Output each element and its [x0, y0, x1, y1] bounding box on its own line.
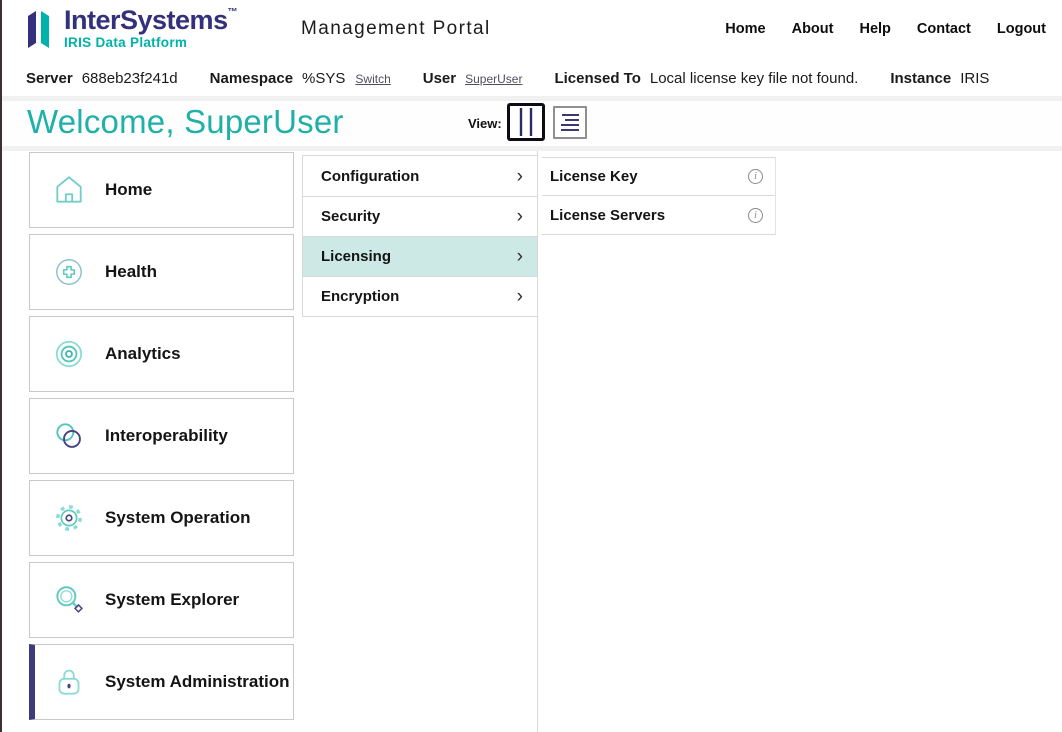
namespace-label: Namespace	[210, 70, 293, 87]
sidebar-item-interoperability[interactable]: Interoperability	[29, 398, 294, 474]
user-profile-link[interactable]: SuperUser	[465, 72, 522, 86]
licensed-to-value: Local license key file not found.	[650, 70, 858, 87]
top-nav: Home About Help Contact Logout	[725, 21, 1046, 37]
brand-trademark: ™	[228, 7, 238, 18]
sidebar-item-system-administration[interactable]: System Administration	[29, 644, 294, 720]
chevron-right-icon: ›	[517, 207, 523, 226]
server-info-bar: Server 688eb23f241d Namespace %SYS Switch U…	[2, 60, 1062, 96]
sidebar-item-label: System Explorer	[105, 590, 239, 610]
sidebar-item-label: Analytics	[105, 344, 181, 364]
brand-name: InterSystems	[64, 5, 228, 35]
menu-item-label: Security	[321, 208, 517, 225]
menu-item-security[interactable]: Security ›	[303, 196, 537, 236]
nav-logout-link[interactable]: Logout	[997, 21, 1046, 37]
menu-item-label: Encryption	[321, 288, 517, 305]
sidebar-item-analytics[interactable]: Analytics	[29, 316, 294, 392]
submenu-item-license-servers[interactable]: License Servers i	[542, 196, 775, 235]
interoperability-icon	[52, 419, 86, 453]
home-icon	[52, 173, 86, 207]
switch-namespace-link[interactable]: Switch	[355, 72, 390, 86]
submenu-item-label: License Key	[550, 168, 748, 185]
header: InterSystems™ IRIS Data Platform Managem…	[2, 0, 1062, 60]
system-administration-icon	[52, 665, 86, 699]
licensed-to-label: Licensed To	[554, 70, 640, 87]
welcome-title: Welcome, SuperUser	[27, 103, 344, 141]
user-label: User	[423, 70, 456, 87]
user-info: User SuperUser	[423, 70, 523, 87]
licensed-to-info: Licensed To Local license key file not fo…	[554, 70, 858, 87]
main-content: Home Health Analytics Interoperability	[2, 151, 1062, 732]
system-explorer-icon	[52, 583, 86, 617]
list-view-button[interactable]	[553, 106, 587, 139]
columns-view-icon	[510, 106, 542, 138]
menu-item-label: Licensing	[321, 248, 517, 265]
system-operation-icon	[52, 501, 86, 535]
analytics-icon	[52, 337, 86, 371]
sidebar-item-label: System Administration	[105, 672, 290, 692]
sidebar-item-label: Health	[105, 262, 157, 282]
menu-item-configuration[interactable]: Configuration ›	[303, 156, 537, 196]
namespace-value: %SYS	[302, 70, 345, 87]
server-label: Server	[26, 70, 73, 87]
intersystems-logo: InterSystems™ IRIS Data Platform	[24, 7, 238, 53]
sidebar-item-label: Interoperability	[105, 426, 228, 446]
sidebar-item-label: Home	[105, 180, 152, 200]
info-icon[interactable]: i	[748, 208, 763, 223]
chevron-right-icon: ›	[517, 247, 523, 266]
namespace-info: Namespace %SYS Switch	[210, 70, 391, 87]
nav-home-link[interactable]: Home	[725, 21, 765, 37]
administration-menu: Configuration › Security › Licensing › E…	[302, 155, 538, 317]
health-icon	[52, 255, 86, 289]
sidebar-item-label: System Operation	[105, 508, 251, 528]
chevron-right-icon: ›	[517, 167, 523, 186]
server-value: 688eb23f241d	[82, 70, 178, 87]
menu-item-label: Configuration	[321, 168, 517, 185]
brand-tagline: IRIS Data Platform	[64, 35, 238, 50]
info-icon[interactable]: i	[748, 169, 763, 184]
sidebar-item-system-explorer[interactable]: System Explorer	[29, 562, 294, 638]
sidebar-item-home[interactable]: Home	[29, 152, 294, 228]
submenu-item-license-key[interactable]: License Key i	[542, 157, 775, 196]
intersystems-logo-icon	[24, 7, 56, 53]
nav-help-link[interactable]: Help	[859, 21, 890, 37]
submenu-item-label: License Servers	[550, 207, 748, 224]
welcome-bar: Welcome, SuperUser View:	[2, 101, 1062, 146]
licensing-submenu: License Key i License Servers i	[542, 157, 776, 235]
list-view-icon	[555, 108, 585, 137]
sidebar: Home Health Analytics Interoperability	[29, 152, 294, 726]
sidebar-item-system-operation[interactable]: System Operation	[29, 480, 294, 556]
columns-view-button[interactable]	[507, 103, 545, 141]
view-label: View:	[468, 116, 502, 131]
instance-info: Instance IRIS	[890, 70, 989, 87]
instance-value: IRIS	[960, 70, 989, 87]
menu-item-licensing[interactable]: Licensing ›	[303, 236, 537, 276]
nav-contact-link[interactable]: Contact	[917, 21, 971, 37]
sidebar-item-health[interactable]: Health	[29, 234, 294, 310]
page-title: Management Portal	[301, 18, 491, 40]
menu-item-encryption[interactable]: Encryption ›	[303, 276, 537, 316]
instance-label: Instance	[890, 70, 951, 87]
nav-about-link[interactable]: About	[792, 21, 834, 37]
chevron-right-icon: ›	[517, 287, 523, 306]
server-info: Server 688eb23f241d	[26, 70, 178, 87]
